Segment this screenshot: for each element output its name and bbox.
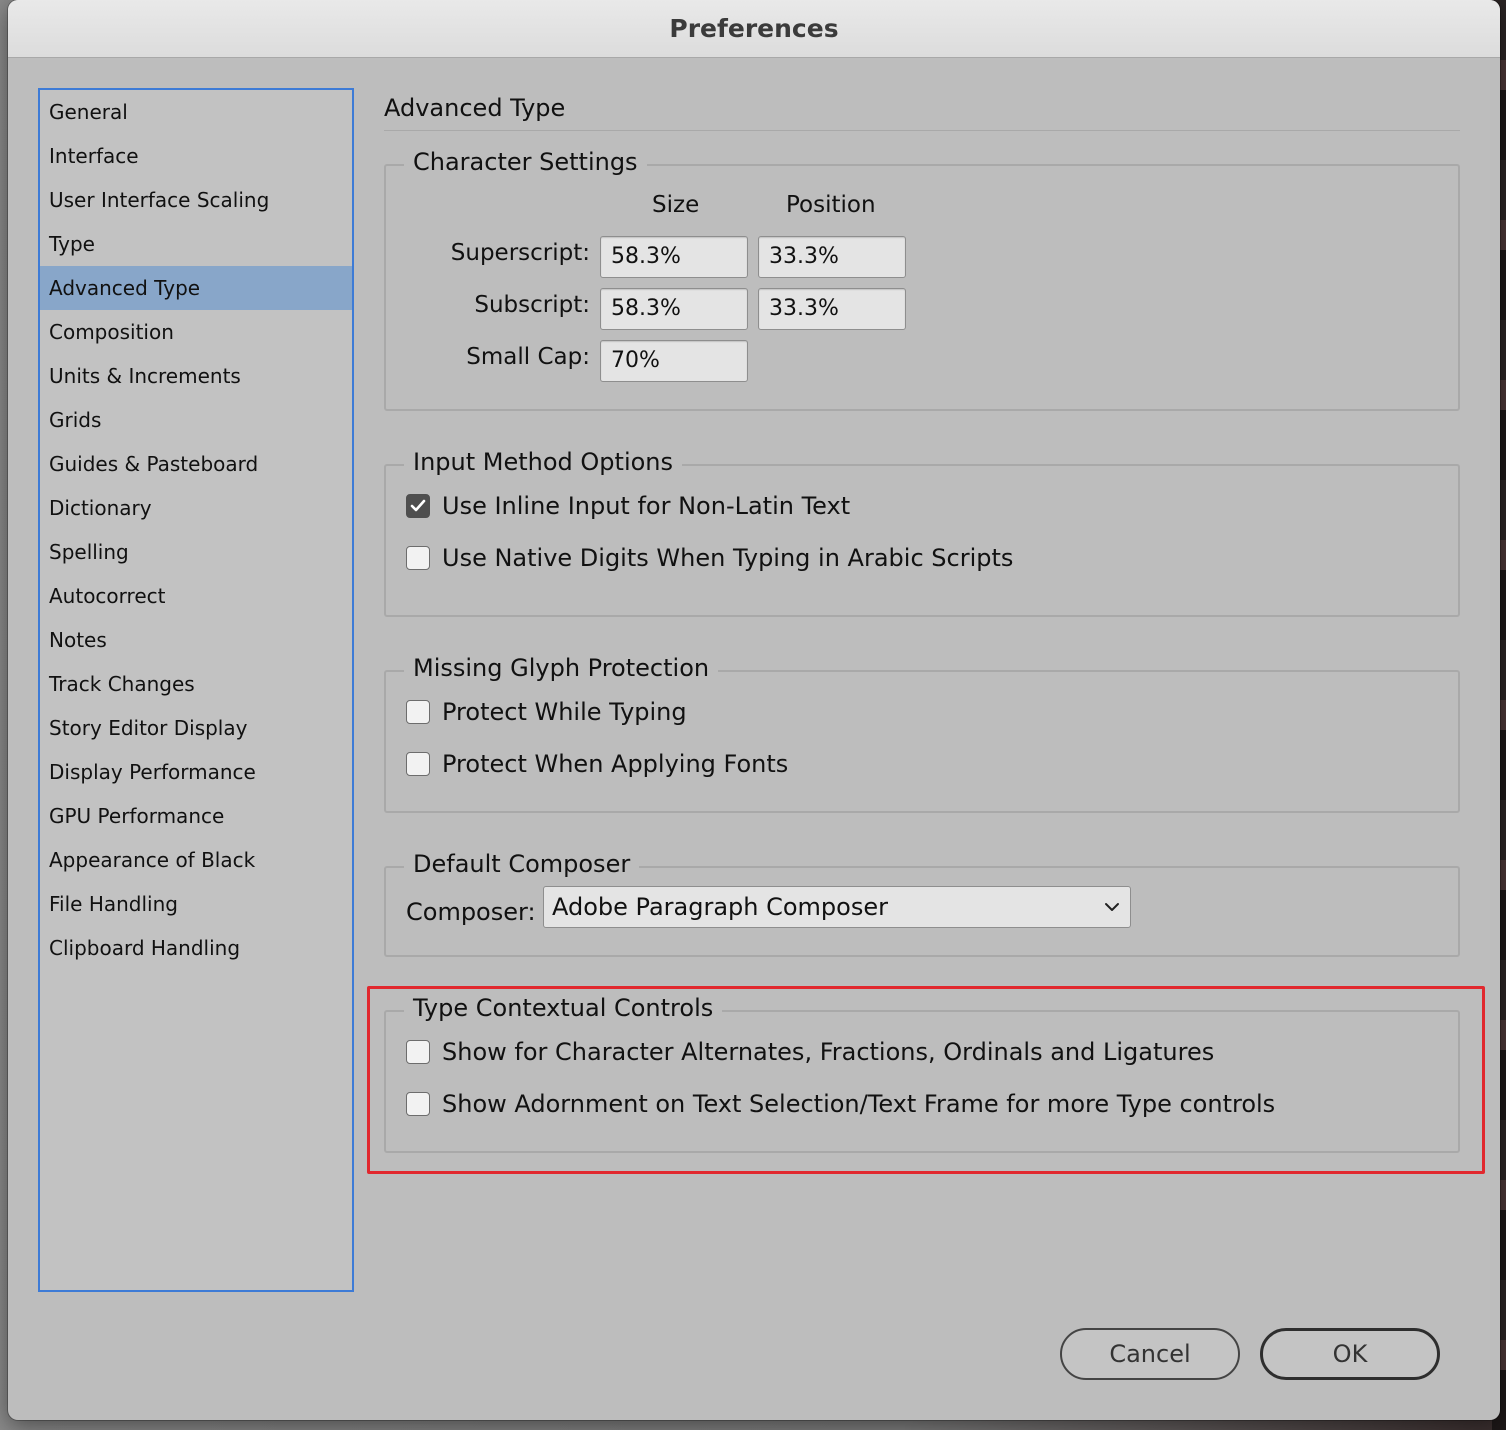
superscript-size-field[interactable]: 58.3%	[600, 236, 748, 278]
composer-dropdown[interactable]: Adobe Paragraph Composer	[543, 886, 1131, 928]
ok-button[interactable]: OK	[1260, 1328, 1440, 1380]
subscript-size-field[interactable]: 58.3%	[600, 288, 748, 330]
sidebar-item-gpu-performance[interactable]: GPU Performance	[40, 794, 352, 838]
native-digits-checkbox[interactable]	[406, 546, 430, 570]
sidebar-item-guides-pasteboard[interactable]: Guides & Pasteboard	[40, 442, 352, 486]
protect-while-typing-checkbox[interactable]	[406, 700, 430, 724]
group-label: Character Settings	[404, 148, 647, 176]
sidebar-item-autocorrect[interactable]: Autocorrect	[40, 574, 352, 618]
title-bar[interactable]: Preferences	[8, 0, 1500, 58]
sidebar-item-general[interactable]: General	[40, 90, 352, 134]
sidebar-item-appearance-of-black[interactable]: Appearance of Black	[40, 838, 352, 882]
sidebar-item-clipboard-handling[interactable]: Clipboard Handling	[40, 926, 352, 970]
superscript-position-field[interactable]: 33.3%	[758, 236, 906, 278]
sidebar-item-dictionary[interactable]: Dictionary	[40, 486, 352, 530]
protect-while-typing-option[interactable]: Protect While Typing	[406, 698, 687, 726]
sidebar-item-composition[interactable]: Composition	[40, 310, 352, 354]
page-title: Advanced Type	[384, 94, 566, 122]
sidebar-item-advanced-type[interactable]: Advanced Type	[40, 266, 352, 310]
input-method-options-group: Input Method Options Use Inline Input fo…	[384, 448, 1460, 617]
group-label: Input Method Options	[404, 448, 683, 476]
inline-input-label: Use Inline Input for Non-Latin Text	[442, 492, 851, 520]
sidebar-item-file-handling[interactable]: File Handling	[40, 882, 352, 926]
position-column-header: Position	[786, 192, 876, 218]
sidebar-item-track-changes[interactable]: Track Changes	[40, 662, 352, 706]
protect-applying-fonts-label: Protect When Applying Fonts	[442, 750, 789, 778]
sidebar-item-user-interface-scaling[interactable]: User Interface Scaling	[40, 178, 352, 222]
superscript-label: Superscript:	[450, 240, 590, 266]
size-column-header: Size	[652, 192, 700, 218]
subscript-label: Subscript:	[474, 292, 590, 318]
group-label: Default Composer	[404, 850, 640, 878]
annotation-highlight-box	[367, 986, 1485, 1174]
protect-while-typing-label: Protect While Typing	[442, 698, 687, 726]
preferences-category-list[interactable]: General Interface User Interface Scaling…	[38, 88, 354, 1292]
sidebar-item-notes[interactable]: Notes	[40, 618, 352, 662]
cancel-button[interactable]: Cancel	[1060, 1328, 1240, 1380]
preferences-dialog: Preferences General Interface User Inter…	[8, 0, 1500, 1420]
title-divider	[384, 130, 1460, 131]
window-title: Preferences	[669, 14, 839, 43]
sidebar-item-grids[interactable]: Grids	[40, 398, 352, 442]
protect-applying-fonts-option[interactable]: Protect When Applying Fonts	[406, 750, 788, 778]
chevron-down-icon	[1105, 903, 1119, 911]
group-label: Missing Glyph Protection	[404, 654, 719, 682]
composer-label: Composer:	[406, 898, 536, 926]
checkmark-icon	[410, 499, 426, 512]
sidebar-item-type[interactable]: Type	[40, 222, 352, 266]
sidebar-item-interface[interactable]: Interface	[40, 134, 352, 178]
subscript-position-field[interactable]: 33.3%	[758, 288, 906, 330]
sidebar-item-story-editor-display[interactable]: Story Editor Display	[40, 706, 352, 750]
sidebar-item-spelling[interactable]: Spelling	[40, 530, 352, 574]
inline-input-option[interactable]: Use Inline Input for Non-Latin Text	[406, 492, 850, 520]
native-digits-option[interactable]: Use Native Digits When Typing in Arabic …	[406, 544, 1013, 572]
protect-applying-fonts-checkbox[interactable]	[406, 752, 430, 776]
small-cap-size-field[interactable]: 70%	[600, 340, 748, 382]
sidebar-item-display-performance[interactable]: Display Performance	[40, 750, 352, 794]
inline-input-checkbox[interactable]	[406, 494, 430, 518]
default-composer-group: Default Composer Composer: Adobe Paragra…	[384, 850, 1460, 957]
character-settings-group: Character Settings Size Position Supersc…	[384, 148, 1460, 411]
composer-selected-value: Adobe Paragraph Composer	[552, 893, 888, 921]
missing-glyph-protection-group: Missing Glyph Protection Protect While T…	[384, 654, 1460, 813]
native-digits-label: Use Native Digits When Typing in Arabic …	[442, 544, 1014, 572]
sidebar-item-units-increments[interactable]: Units & Increments	[40, 354, 352, 398]
small-cap-label: Small Cap:	[466, 344, 590, 370]
